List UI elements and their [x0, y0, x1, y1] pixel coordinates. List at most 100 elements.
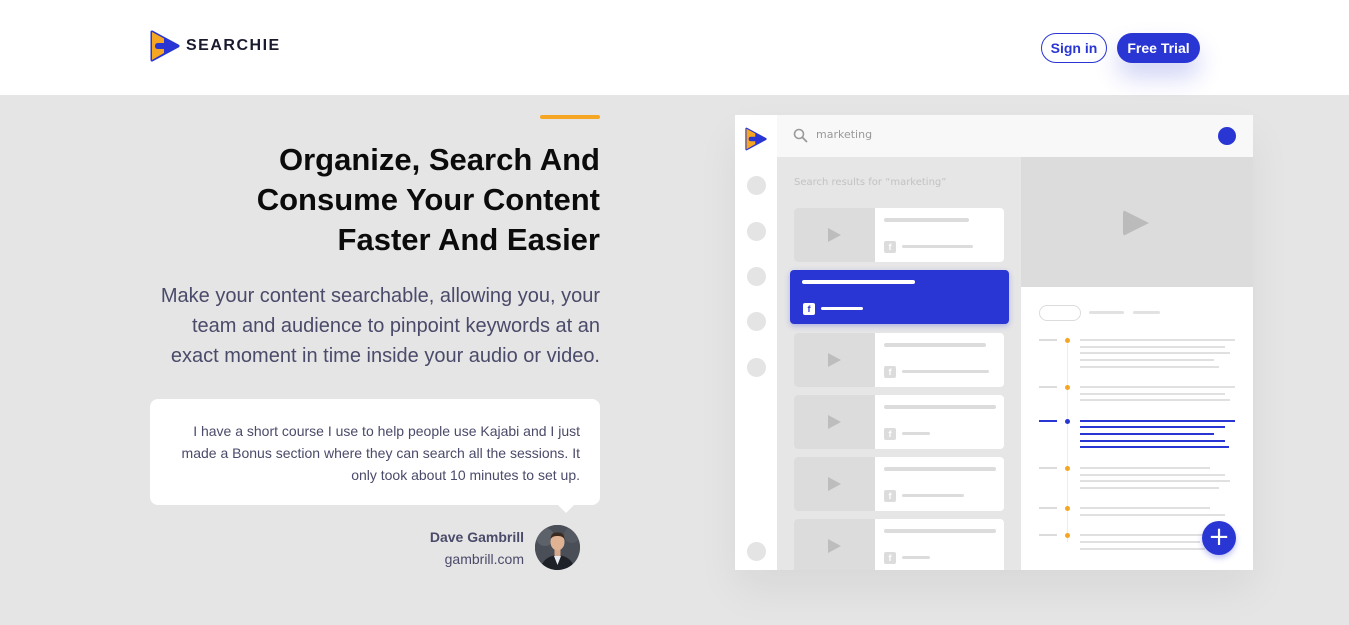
video-thumbnail	[794, 333, 875, 387]
play-icon	[828, 228, 841, 242]
filter-pill[interactable]	[1039, 305, 1081, 321]
sign-in-button[interactable]: Sign in	[1041, 33, 1107, 63]
testimonial-quote: I have a short course I use to help peop…	[150, 399, 600, 505]
play-icon	[1123, 210, 1149, 236]
tab-placeholder	[1089, 311, 1124, 314]
hero-title: Organize, Search And Consume Your Conten…	[200, 140, 600, 260]
transcript-line	[1080, 359, 1214, 361]
brand-name: SEARCHIE	[186, 37, 281, 54]
transcript-line	[1080, 487, 1219, 489]
quote-tail	[557, 504, 575, 513]
transcript-line	[1080, 474, 1225, 476]
mockup-logo-icon	[745, 127, 767, 151]
facebook-icon: f	[884, 428, 896, 440]
tab-placeholder	[1133, 311, 1160, 314]
quote-line: made a Bonus section where they can sear…	[181, 445, 580, 461]
quote-line: only took about 10 minutes to set up.	[351, 467, 580, 483]
transcript-line	[1080, 346, 1225, 348]
transcript-line	[1080, 534, 1210, 536]
free-trial-button[interactable]: Free Trial	[1117, 33, 1200, 63]
timestamp-placeholder	[1039, 534, 1057, 536]
facebook-icon: f	[884, 490, 896, 502]
video-thumbnail	[794, 519, 875, 570]
add-button[interactable]: +	[1202, 521, 1236, 555]
accent-divider	[540, 115, 600, 119]
title-placeholder	[884, 343, 986, 347]
result-card[interactable]: f	[794, 457, 1004, 511]
play-icon	[828, 415, 841, 429]
result-card[interactable]: f	[794, 208, 1004, 262]
title-placeholder	[884, 218, 969, 222]
top-navbar: SEARCHIE Sign in Free Trial	[0, 0, 1349, 95]
hero-subtitle-line: team and audience to pinpoint keywords a…	[191, 315, 600, 337]
transcript-line	[1080, 514, 1225, 516]
transcript-line	[1080, 386, 1235, 388]
timeline-marker[interactable]	[1065, 506, 1070, 511]
user-avatar-dot[interactable]	[1218, 127, 1236, 145]
transcript-line-highlight	[1080, 440, 1225, 442]
meta-placeholder	[902, 494, 964, 497]
timeline-marker[interactable]	[1065, 385, 1070, 390]
transcript-line	[1080, 467, 1210, 469]
transcript-line-highlight	[1080, 433, 1214, 435]
timestamp-placeholder-active	[1039, 420, 1057, 422]
sidebar-nav-dot[interactable]	[747, 176, 766, 195]
sidebar-nav-dot[interactable]	[747, 312, 766, 331]
author-avatar	[535, 525, 580, 570]
facebook-icon: f	[884, 241, 896, 253]
transcript-line	[1080, 480, 1230, 482]
video-thumbnail	[794, 395, 875, 449]
transcript-line	[1080, 366, 1219, 368]
play-icon	[828, 353, 841, 367]
hero-title-line: Organize, Search And	[279, 142, 600, 177]
timestamp-placeholder	[1039, 386, 1057, 388]
transcript-line-highlight	[1080, 446, 1229, 448]
timeline-marker[interactable]	[1065, 533, 1070, 538]
mockup-search-bar[interactable]: marketing	[777, 115, 1253, 157]
sidebar-nav-dot[interactable]	[747, 267, 766, 286]
transcript-line	[1080, 352, 1230, 354]
sidebar-nav-dot[interactable]	[747, 542, 766, 561]
result-card[interactable]: f	[794, 333, 1004, 387]
meta-placeholder	[821, 307, 863, 310]
hero-title-line: Faster And Easier	[337, 222, 600, 257]
timeline-line	[1067, 337, 1068, 542]
timeline-marker[interactable]	[1065, 466, 1070, 471]
result-card-active[interactable]: f	[790, 270, 1009, 324]
transcript-line	[1080, 399, 1230, 401]
searchie-logo-icon	[150, 30, 180, 62]
meta-placeholder	[902, 556, 930, 559]
sidebar-nav-dot[interactable]	[747, 358, 766, 377]
hero-title-line: Consume Your Content	[256, 182, 600, 217]
play-icon	[828, 477, 841, 491]
video-thumbnail	[794, 208, 875, 262]
search-results-list: Search results for “marketing” f f f f f…	[777, 157, 1021, 570]
transcript-line-highlight	[1080, 420, 1235, 422]
transcript-line	[1080, 541, 1200, 543]
author-photo-icon	[535, 525, 580, 570]
video-thumbnail	[794, 457, 875, 511]
timestamp-placeholder	[1039, 467, 1057, 469]
search-query: marketing	[816, 128, 873, 141]
mockup-sidebar	[735, 115, 777, 570]
transcript-line	[1080, 507, 1210, 509]
result-card[interactable]: f	[794, 395, 1004, 449]
hero-subtitle-line: Make your content searchable, allowing y…	[160, 285, 600, 307]
facebook-icon: f	[884, 366, 896, 378]
timestamp-placeholder	[1039, 507, 1057, 509]
sidebar-nav-dot[interactable]	[747, 222, 766, 241]
video-player[interactable]	[1021, 157, 1253, 287]
transcript-line	[1080, 339, 1235, 341]
timeline-marker-active[interactable]	[1065, 419, 1070, 424]
transcript-panel: +	[1021, 287, 1253, 570]
logo-link[interactable]: SEARCHIE	[150, 30, 281, 62]
facebook-icon: f	[884, 552, 896, 564]
meta-placeholder	[902, 370, 989, 373]
title-placeholder	[884, 405, 996, 409]
timeline-marker[interactable]	[1065, 338, 1070, 343]
app-mockup: marketing Search results for “marketing”…	[735, 115, 1253, 570]
title-placeholder	[884, 529, 996, 533]
transcript-line	[1080, 548, 1205, 550]
result-card[interactable]: f	[794, 519, 1004, 570]
testimonial-author: Dave Gambrill	[429, 529, 524, 545]
